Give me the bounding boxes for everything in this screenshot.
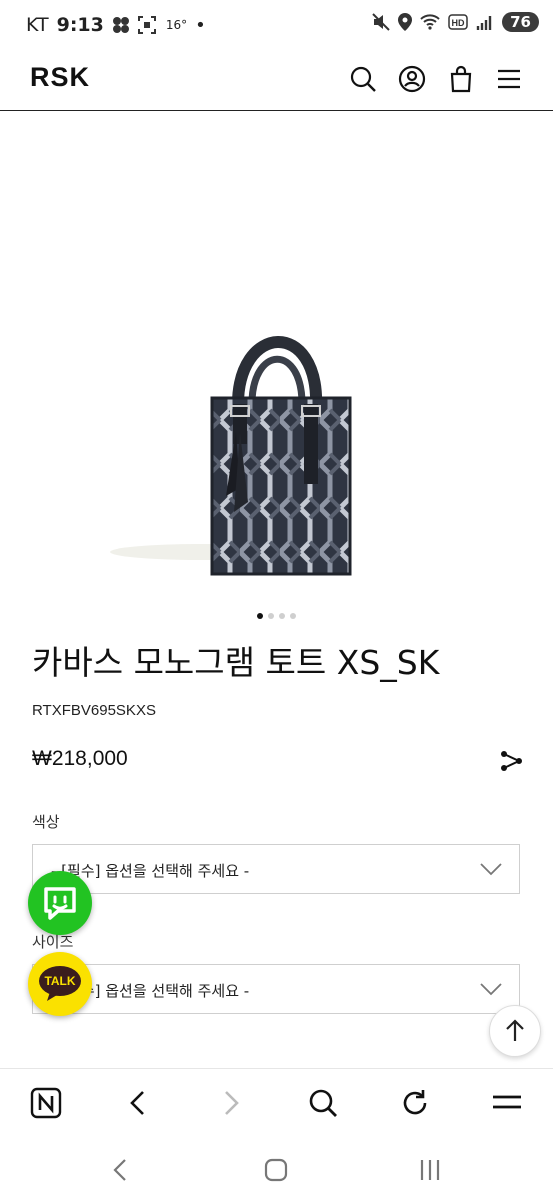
notification-dot-icon: • bbox=[195, 14, 206, 36]
back-icon[interactable] bbox=[122, 1087, 154, 1119]
site-logo[interactable]: RSK bbox=[30, 62, 90, 93]
system-recents-icon[interactable] bbox=[416, 1156, 444, 1184]
chat-icon bbox=[44, 887, 76, 920]
image-pagination bbox=[0, 613, 553, 619]
product-code: RTXFBV695SKXS bbox=[32, 702, 156, 719]
shopping-bag-icon[interactable] bbox=[446, 64, 476, 94]
mute-icon bbox=[372, 13, 390, 31]
chevron-down-icon bbox=[480, 863, 502, 876]
pagination-dot[interactable] bbox=[279, 613, 285, 619]
chat-button[interactable] bbox=[28, 871, 92, 935]
kakao-talk-label: TALK bbox=[44, 974, 76, 988]
clock: 9:13 bbox=[56, 14, 104, 36]
system-home-icon[interactable] bbox=[262, 1156, 290, 1184]
screenshot-icon bbox=[137, 16, 156, 34]
signal-icon bbox=[476, 16, 492, 30]
site-header: RSK bbox=[0, 52, 553, 111]
carrier-label: KT bbox=[26, 14, 49, 36]
clover-icon bbox=[112, 17, 129, 33]
system-navigation-bar bbox=[0, 1136, 553, 1200]
wifi-icon bbox=[420, 14, 440, 30]
product-image[interactable] bbox=[0, 112, 553, 602]
pagination-dot[interactable] bbox=[268, 613, 274, 619]
scroll-to-top-button[interactable] bbox=[489, 1005, 541, 1057]
color-option-label: 색상 bbox=[32, 813, 60, 831]
arrow-up-icon bbox=[506, 1019, 524, 1041]
share-icon[interactable] bbox=[500, 750, 522, 772]
temperature: 16° bbox=[165, 18, 188, 32]
location-icon bbox=[398, 13, 413, 31]
kakao-talk-button[interactable]: TALK bbox=[28, 952, 92, 1016]
color-select[interactable]: - [필수] 옵션을 선택해 주세요 - bbox=[32, 844, 520, 894]
naver-icon[interactable] bbox=[30, 1087, 62, 1119]
refresh-icon[interactable] bbox=[399, 1087, 431, 1119]
system-back-icon[interactable] bbox=[106, 1156, 134, 1184]
account-icon[interactable] bbox=[397, 64, 427, 94]
product-price: ₩218,000 bbox=[32, 747, 128, 770]
svg-text:HD: HD bbox=[452, 18, 465, 28]
hd-icon: HD bbox=[448, 14, 468, 30]
menu-icon[interactable] bbox=[494, 64, 524, 94]
forward-icon[interactable] bbox=[215, 1087, 247, 1119]
tote-bag-illustration bbox=[110, 336, 352, 576]
status-bar: KT 9:13 16° • HD 76 bbox=[0, 0, 553, 52]
menu-icon[interactable] bbox=[491, 1087, 523, 1119]
chevron-down-icon bbox=[480, 983, 502, 996]
search-icon[interactable] bbox=[307, 1087, 339, 1119]
product-name: 카바스 모노그램 토트 XS_SK bbox=[32, 643, 440, 682]
pagination-dot[interactable] bbox=[257, 613, 263, 619]
pagination-dot[interactable] bbox=[290, 613, 296, 619]
battery-level: 76 bbox=[502, 12, 539, 32]
size-select[interactable]: - [필수] 옵션을 선택해 주세요 - bbox=[32, 964, 520, 1014]
browser-toolbar bbox=[0, 1068, 553, 1137]
search-icon[interactable] bbox=[348, 64, 378, 94]
